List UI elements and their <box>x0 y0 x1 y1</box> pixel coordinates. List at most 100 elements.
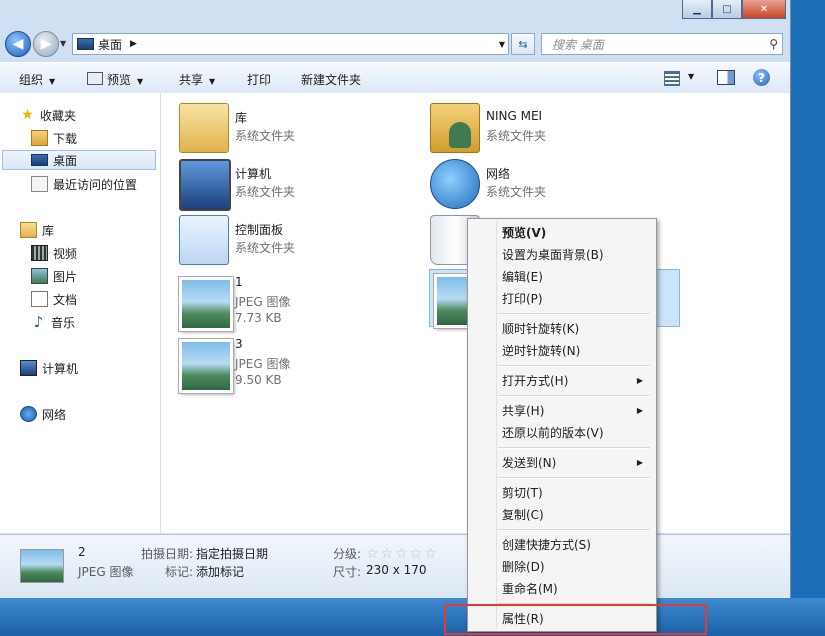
submenu-arrow-icon: ▶ <box>636 405 643 415</box>
share-button[interactable]: 共享 ▼ <box>179 71 215 88</box>
sidebar-item-videos[interactable]: 视频 <box>31 243 77 263</box>
preview-icon <box>87 72 103 85</box>
minimize-button[interactable]: ▁ <box>682 0 712 19</box>
menu-item-set-wallpaper[interactable]: 设置为桌面背景(B) <box>471 243 651 265</box>
file-item-1[interactable]: 1 JPEG 图像 7.73 KB <box>179 273 419 331</box>
change-view-icon[interactable] <box>664 71 680 86</box>
menu-item-rename[interactable]: 重命名(M) <box>471 577 651 599</box>
menu-item-preview[interactable]: 预览(V) <box>471 221 651 243</box>
sidebar-item-recent[interactable]: 最近访问的位置 <box>31 174 137 194</box>
menu-item-share[interactable]: 共享(H) ▶ <box>471 399 651 421</box>
menu-item-cut[interactable]: 剪切(T) <box>471 481 651 503</box>
menu-separator <box>498 477 650 479</box>
organize-button[interactable]: 组织 ▼ <box>19 71 55 88</box>
search-placeholder: 搜索 桌面 <box>552 37 604 52</box>
address-dropdown-icon[interactable]: ▼ <box>499 40 505 49</box>
sidebar-item-pictures[interactable]: 图片 <box>31 266 77 286</box>
breadcrumb-chevron-icon[interactable]: ▶ <box>130 39 137 49</box>
menu-item-open-with[interactable]: 打开方式(H) ▶ <box>471 369 651 391</box>
file-item-network[interactable]: 网络 系统文件夹 <box>430 155 670 211</box>
menu-separator <box>498 395 650 397</box>
sidebar-item-network[interactable]: 网络 <box>20 404 66 424</box>
tags-label: 标记: <box>165 565 194 579</box>
caption-buttons: ▁ □ ✕ <box>682 0 786 19</box>
file-item-computer[interactable]: 计算机 系统文件夹 <box>179 155 419 211</box>
computer-icon <box>20 360 37 376</box>
details-thumbnail <box>20 549 64 583</box>
address-bar[interactable]: 桌面 ▶ ▼ <box>72 33 509 55</box>
back-button[interactable]: ◀ <box>5 31 31 57</box>
file-item-user[interactable]: NING MEI 系统文件夹 <box>430 99 670 155</box>
refresh-button[interactable]: ⇆ <box>511 33 535 55</box>
rating-stars[interactable]: ☆☆☆☆☆ <box>366 546 439 562</box>
sidebar-item-computer[interactable]: 计算机 <box>20 358 78 378</box>
video-icon <box>31 245 48 261</box>
user-folder-icon <box>430 103 480 153</box>
sidebar-item-downloads[interactable]: 下载 <box>31 128 77 148</box>
navigation-pane: ★ 收藏夹 下载 桌面 最近访问的位置 库 视频 图片 文档 ♪ 音乐 计算机 网络 <box>0 93 161 533</box>
search-input[interactable]: 搜索 桌面 ⚲ <box>541 33 783 55</box>
menu-item-copy[interactable]: 复制(C) <box>471 503 651 525</box>
print-button[interactable]: 打印 <box>247 71 271 88</box>
menu-item-rotate-cw[interactable]: 顺时针旋转(K) <box>471 317 651 339</box>
explorer-window: ▁ □ ✕ ◀ ▶ ▼ 桌面 ▶ ▼ ⇆ 搜索 桌面 ⚲ 组织 ▼ 预览 ▼ 共享 ▼… <box>0 0 791 598</box>
submenu-arrow-icon: ▶ <box>636 457 643 467</box>
music-icon: ♪ <box>33 313 44 331</box>
jpeg-thumbnail-icon <box>179 339 233 393</box>
menu-separator <box>498 313 650 315</box>
preview-pane-icon[interactable] <box>717 70 735 85</box>
sidebar-item-libraries[interactable]: 库 <box>20 220 54 240</box>
search-icon[interactable]: ⚲ <box>769 37 778 51</box>
downloads-folder-icon <box>31 130 48 146</box>
new-folder-button[interactable]: 新建文件夹 <box>301 71 361 88</box>
refresh-icon: ⇆ <box>518 37 528 51</box>
sidebar-item-favorites[interactable]: ★ 收藏夹 <box>20 105 76 125</box>
sidebar-item-desktop[interactable]: 桌面 <box>2 150 156 170</box>
library-icon <box>20 222 37 238</box>
forward-button[interactable]: ▶ <box>33 31 59 57</box>
network-icon <box>20 406 37 422</box>
properties-highlight-box <box>444 604 707 635</box>
sidebar-item-documents[interactable]: 文档 <box>31 289 77 309</box>
desktop-icon <box>31 154 48 166</box>
menu-separator <box>498 365 650 367</box>
size-label: 尺寸: <box>333 565 362 579</box>
desktop-icon <box>77 38 94 50</box>
preview-button[interactable]: 预览 ▼ <box>87 71 143 88</box>
computer-icon <box>179 159 231 211</box>
library-folder-icon <box>179 103 229 153</box>
size-value: 230 x 170 <box>366 563 427 577</box>
file-item-control-panel[interactable]: 控制面板 系统文件夹 <box>179 211 419 267</box>
menu-item-create-shortcut[interactable]: 创建快捷方式(S) <box>471 533 651 555</box>
sidebar-item-music[interactable]: ♪ 音乐 <box>31 312 75 332</box>
documents-icon <box>31 291 48 307</box>
menu-separator <box>498 529 650 531</box>
details-pane: 2 JPEG 图像 拍摄日期: 指定拍摄日期 标记: 添加标记 分级: ☆☆☆☆… <box>0 534 790 598</box>
jpeg-thumbnail-icon <box>179 277 233 331</box>
menu-item-rotate-ccw[interactable]: 逆时针旋转(N) <box>471 339 651 361</box>
menu-item-edit[interactable]: 编辑(E) <box>471 265 651 287</box>
menu-item-delete[interactable]: 删除(D) <box>471 555 651 577</box>
menu-item-restore-versions[interactable]: 还原以前的版本(V) <box>471 421 651 443</box>
view-options-dropdown-icon[interactable]: ▼ <box>688 72 694 81</box>
breadcrumb-desktop[interactable]: 桌面 <box>98 36 122 53</box>
pictures-icon <box>31 268 48 284</box>
menu-item-send-to[interactable]: 发送到(N) ▶ <box>471 451 651 473</box>
maximize-button[interactable]: □ <box>712 0 742 19</box>
star-icon: ★ <box>21 107 34 123</box>
tags-value[interactable]: 添加标记 <box>196 563 244 580</box>
close-button[interactable]: ✕ <box>742 0 786 19</box>
network-globe-icon <box>430 159 480 209</box>
menu-separator <box>498 447 650 449</box>
context-menu: 预览(V) 设置为桌面背景(B) 编辑(E) 打印(P) 顺时针旋转(K) 逆时… <box>467 218 657 632</box>
file-item-3[interactable]: 3 JPEG 图像 9.50 KB <box>179 335 419 393</box>
menu-item-print[interactable]: 打印(P) <box>471 287 651 309</box>
help-icon[interactable]: ? <box>753 69 770 86</box>
address-row: ◀ ▶ ▼ 桌面 ▶ ▼ ⇆ 搜索 桌面 ⚲ <box>0 29 790 59</box>
rating-label: 分级: <box>333 547 362 561</box>
recent-places-icon <box>31 176 48 192</box>
date-taken-label: 拍摄日期: <box>141 547 194 561</box>
history-dropdown-icon[interactable]: ▼ <box>60 39 66 48</box>
date-taken-value[interactable]: 指定拍摄日期 <box>196 545 268 562</box>
file-item-libraries[interactable]: 库 系统文件夹 <box>179 99 419 155</box>
